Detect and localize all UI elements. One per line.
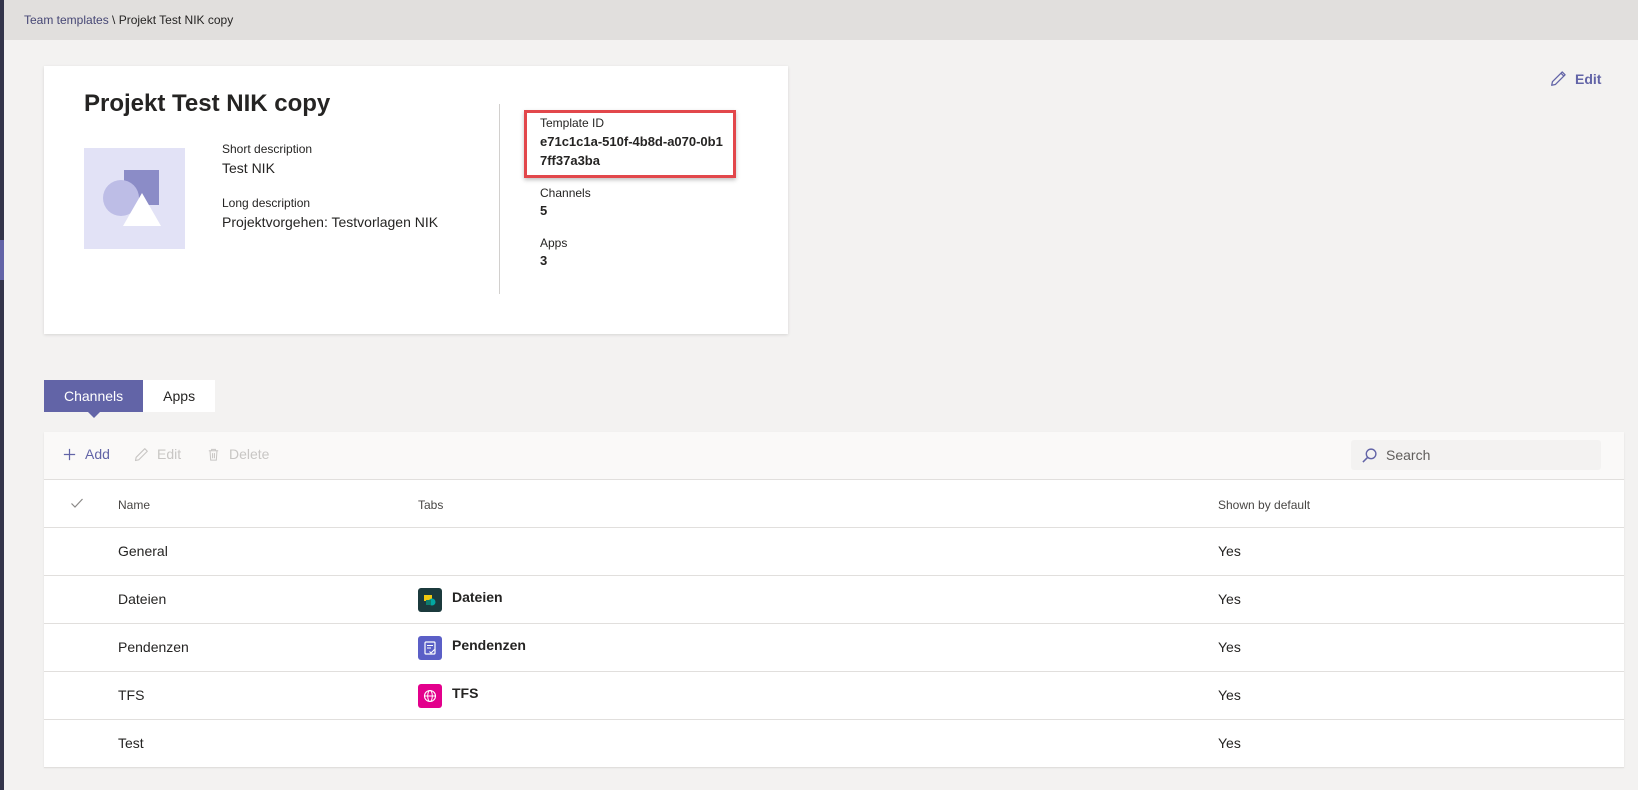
trash-icon <box>208 448 219 461</box>
channel-tab: TFS <box>418 684 478 708</box>
add-label: Add <box>85 446 110 462</box>
tab-name: Dateien <box>452 589 503 605</box>
template-info-card: Projekt Test NIK copy Short description … <box>44 66 788 334</box>
channel-name: Dateien <box>118 591 167 607</box>
table-header: Name Tabs Shown by default <box>44 480 1624 528</box>
edit-label: Edit <box>157 446 182 462</box>
delete-channel-button[interactable]: Delete <box>206 446 269 462</box>
table-row[interactable]: General Yes <box>44 528 1624 576</box>
card-divider <box>499 104 500 294</box>
tab-name: TFS <box>452 685 479 701</box>
shown-by-default-value: Yes <box>1218 687 1241 703</box>
tab-bar: Channels Apps <box>44 380 216 418</box>
shown-by-default-value: Yes <box>1218 591 1241 607</box>
website-globe-icon <box>418 684 442 708</box>
tab-channels[interactable]: Channels <box>44 380 144 418</box>
breadcrumb: Team templates \ Projekt Test NIK copy <box>24 13 233 27</box>
short-description-label: Short description <box>222 142 313 156</box>
pencil-icon <box>1551 71 1566 86</box>
channel-name: TFS <box>118 687 145 703</box>
channel-name: Test <box>118 735 144 751</box>
apps-count-label: Apps <box>540 236 568 250</box>
table-row[interactable]: Pendenzen Pendenzen Yes <box>44 624 1624 672</box>
shown-by-default-value: Yes <box>1218 543 1241 559</box>
app-left-rail <box>0 0 4 790</box>
breadcrumb-team-templates-link[interactable]: Team templates <box>24 13 109 27</box>
channels-count-label: Channels <box>540 186 591 200</box>
template-id-value: e71c1c1a-510f-4b8d-a070-0b17ff37a3ba <box>540 134 723 168</box>
pencil-icon <box>134 447 148 461</box>
left-rail-active-indicator <box>0 240 4 280</box>
long-description-value: Projektvorgehen: Testvorlagen NIK <box>222 214 439 230</box>
search-input[interactable] <box>1386 447 1586 463</box>
shapes-icon <box>103 170 161 226</box>
add-channel-button[interactable]: Add <box>62 446 110 462</box>
channels-toolbar: Add Edit Delete <box>44 432 1624 480</box>
template-image <box>84 148 185 249</box>
column-header-tabs[interactable]: Tabs <box>418 498 443 512</box>
channels-panel: Add Edit Delete Name Tabs Shown by defau… <box>44 432 1624 768</box>
column-header-name[interactable]: Name <box>118 498 150 512</box>
tasks-icon <box>418 636 442 660</box>
table-row[interactable]: Dateien Dateien Yes <box>44 576 1624 624</box>
select-all-checkmark-icon[interactable] <box>70 496 84 510</box>
channels-count-value: 5 <box>540 203 548 218</box>
apps-count-value: 3 <box>540 253 548 268</box>
breadcrumb-separator: \ <box>108 13 119 27</box>
edit-template-button[interactable]: Edit <box>1550 70 1601 87</box>
shown-by-default-value: Yes <box>1218 735 1241 751</box>
table-row[interactable]: Test Yes <box>44 720 1624 768</box>
long-description-label: Long description <box>222 196 311 210</box>
breadcrumb-bar: Team templates \ Projekt Test NIK copy <box>4 0 1638 40</box>
short-description-value: Test NIK <box>222 160 275 176</box>
tab-apps[interactable]: Apps <box>143 380 216 412</box>
search-icon <box>1362 447 1377 463</box>
shown-by-default-value: Yes <box>1218 639 1241 655</box>
tab-name: Pendenzen <box>452 637 526 653</box>
template-title: Projekt Test NIK copy <box>84 90 331 117</box>
channel-tab: Dateien <box>418 588 503 612</box>
edit-channel-button[interactable]: Edit <box>134 446 181 462</box>
channel-search <box>1351 440 1601 470</box>
column-header-shown-by-default[interactable]: Shown by default <box>1218 498 1310 512</box>
breadcrumb-current: Projekt Test NIK copy <box>118 13 234 27</box>
plus-icon <box>63 448 76 460</box>
sharepoint-files-icon <box>418 588 442 612</box>
channel-name: Pendenzen <box>118 639 189 655</box>
delete-label: Delete <box>229 446 270 462</box>
table-row[interactable]: TFS TFS Yes <box>44 672 1624 720</box>
channel-tab: Pendenzen <box>418 636 526 660</box>
channel-name: General <box>118 543 168 559</box>
edit-template-label: Edit <box>1575 70 1602 87</box>
template-id-label: Template ID <box>540 116 605 130</box>
